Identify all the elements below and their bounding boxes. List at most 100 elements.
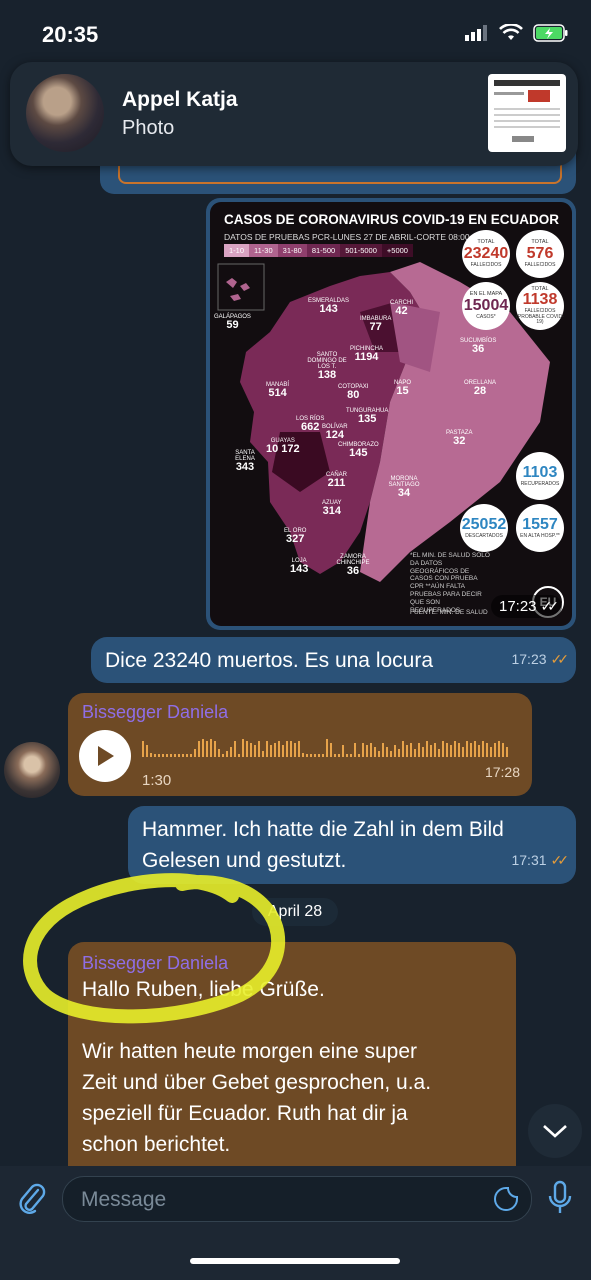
incoming-voice-message[interactable]: Bissegger Daniela 1:30 17:28 [68, 693, 532, 796]
read-checkmarks-icon: ✓✓ [550, 651, 570, 667]
stat-value: 23240 [463, 244, 509, 262]
message-text: Hammer. Ich hatte die Zahl in dem Bild G… [142, 814, 504, 876]
stat-discarded: 25052 DESCARTADOS [460, 504, 508, 552]
poster-source: FUENTE: MIN. DE SALUD [410, 609, 488, 616]
region-label: ORELLANA 28 [464, 380, 497, 397]
message-time: 17:23 [511, 651, 547, 667]
stat-value: 25052 [461, 515, 507, 533]
incoming-message[interactable]: Bissegger Daniela Hallo Ruben, liebe Grü… [68, 942, 516, 1182]
region-label: COTOPAXI 80 [338, 384, 369, 401]
voice-duration: 1:30 [142, 772, 172, 789]
stat-value: 15004 [463, 296, 509, 314]
region-label: AZUAY 314 [322, 500, 342, 517]
read-checkmarks-icon: ✓✓ [540, 598, 560, 614]
sender-avatar[interactable] [4, 742, 60, 798]
sender-name: Bissegger Daniela [82, 702, 229, 722]
home-indicator[interactable] [190, 1258, 400, 1264]
stat-value: 1138 [522, 291, 558, 309]
stat-deaths: TOTAL 576 FALLECIDOS [516, 230, 564, 278]
status-icons [465, 24, 569, 42]
message-time: 17:31 [511, 852, 547, 868]
notification-subtitle: Photo [122, 117, 175, 139]
region-label: SANTO DOMINGO DE LOS T. 138 [307, 352, 347, 381]
stat-value: 1103 [522, 463, 558, 481]
stat-probable-deaths: TOTAL 1138 FALLECIDOS (PROBABLE COVID-19… [516, 282, 564, 330]
region-label: IMBABURA 77 [360, 316, 392, 333]
stat-label: FALLECIDOS [524, 261, 556, 268]
scroll-to-bottom-button[interactable] [528, 1104, 582, 1158]
ecuador-map [217, 262, 550, 582]
stat-value: 576 [526, 244, 554, 262]
message-input[interactable] [79, 1177, 463, 1223]
message-text: Hallo Ruben, liebe Grüße. Wir hatten heu… [82, 974, 512, 1160]
chevron-down-icon [543, 1125, 567, 1138]
voice-waveform[interactable] [142, 735, 512, 757]
message-line: Hammer. Ich hatte die Zahl in dem Bild [142, 818, 504, 841]
message-line: Wir hatten heute morgen eine super [82, 1040, 418, 1063]
region-label: MANABÍ 514 [266, 382, 290, 399]
stat-label: EN ALTA HOSP.** [520, 532, 560, 539]
microphone-icon[interactable] [546, 1180, 574, 1216]
region-label: LOJA 143 [290, 558, 309, 575]
stat-label: FALLECIDOS (PROBABLE COVID-19) [516, 308, 564, 325]
stat-label: DESCARTADOS [465, 532, 503, 539]
photo-time: 17:23 [498, 598, 537, 615]
region-label: SUCUMBÍOS 36 [460, 338, 497, 355]
region-label: GUAYAS 10 172 [266, 438, 300, 455]
message-meta: 17:23 ✓✓ [511, 644, 570, 675]
stat-label: FALLECIDOS [470, 261, 502, 268]
covid-poster-image[interactable]: CASOS DE CORONAVIRUS COVID-19 EN ECUADOR… [210, 202, 572, 626]
region-label: ZAMORA CHINCHIPE 36 [336, 554, 370, 577]
region-label: CHIMBORAZO 145 [338, 442, 379, 459]
message-line: Zeit und über Gebet gesprochen, u.a. [82, 1071, 432, 1094]
photo-message[interactable]: CASOS DE CORONAVIRUS COVID-19 EN ECUADOR… [206, 198, 576, 630]
message-meta: 17:28 [485, 757, 520, 788]
photo-thumbnail [488, 74, 566, 152]
message-line: speziell für Ecuador. Ruth hat dir ja [82, 1102, 408, 1125]
region-label: CAÑAR 211 [326, 472, 348, 489]
region-label: GALÁPAGOS 59 [214, 314, 251, 331]
attachment-icon[interactable] [16, 1180, 46, 1216]
stat-label: CASOS* [476, 313, 496, 320]
outgoing-message[interactable]: Hammer. Ich hatte die Zahl in dem Bild G… [128, 806, 576, 884]
outgoing-message[interactable]: Dice 23240 muertos. Es una locura 17:23 … [91, 637, 576, 683]
message-meta: 17:31 ✓✓ [511, 845, 570, 876]
stat-hospital: 1557 EN ALTA HOSP.** [516, 504, 564, 552]
message-line: Hallo Ruben, liebe Grüße. [82, 978, 325, 1001]
region-label: BOLÍVAR 124 [322, 424, 348, 441]
region-label: TUNGURAHUA 135 [346, 408, 389, 425]
signal-icon [465, 25, 487, 41]
region-label: CARCHI 42 [390, 300, 414, 317]
play-button[interactable] [79, 730, 131, 782]
region-label: NAPO 15 [394, 380, 412, 397]
message-line: Gelesen und gestutzt. [142, 849, 347, 872]
stat-map-cases: EN EL MAPA 15004 CASOS* [462, 282, 510, 330]
read-checkmarks-icon: ✓✓ [550, 852, 570, 868]
message-text: Dice 23240 muertos. Es una locura [105, 649, 434, 672]
photo-timestamp: 17:23 ✓✓ [490, 595, 562, 618]
region-label: ESMERALDAS 143 [308, 298, 350, 315]
stat-label: RECUPERADOS [520, 480, 560, 487]
notification-banner[interactable]: Appel Katja Photo [10, 62, 578, 166]
document-preview-icon [494, 80, 560, 142]
composer-bar [0, 1166, 591, 1280]
message-input-container[interactable] [62, 1176, 532, 1223]
region-label: SANTA ELENA 343 [235, 450, 255, 473]
poster-note: *EL MIN. DE SALUD SOLO DA DATOS GEOGRÁFI… [410, 552, 490, 614]
battery-charging-icon [533, 24, 568, 42]
message-line: schon berichtet. [82, 1133, 231, 1156]
stat-recovered: 1103 RECUPERADOS [516, 452, 564, 500]
region-label: PICHINCHA 1194 [350, 346, 384, 363]
play-icon [98, 746, 114, 766]
sticker-icon[interactable] [493, 1186, 519, 1212]
message-time: 17:28 [484, 764, 520, 780]
status-time: 20:35 [42, 22, 99, 47]
region-label: LOS RÍOS 662 [296, 416, 325, 433]
region-label: MORONA SANTIAGO 34 [388, 476, 420, 499]
notification-sender: Appel Katja [122, 88, 238, 111]
status-bar: 20:35 [0, 0, 591, 70]
region-label: PASTAZA 32 [446, 430, 473, 447]
stat-value: 1557 [522, 515, 558, 533]
notification-avatar [26, 74, 104, 152]
region-label: EL ORO 327 [284, 528, 307, 545]
